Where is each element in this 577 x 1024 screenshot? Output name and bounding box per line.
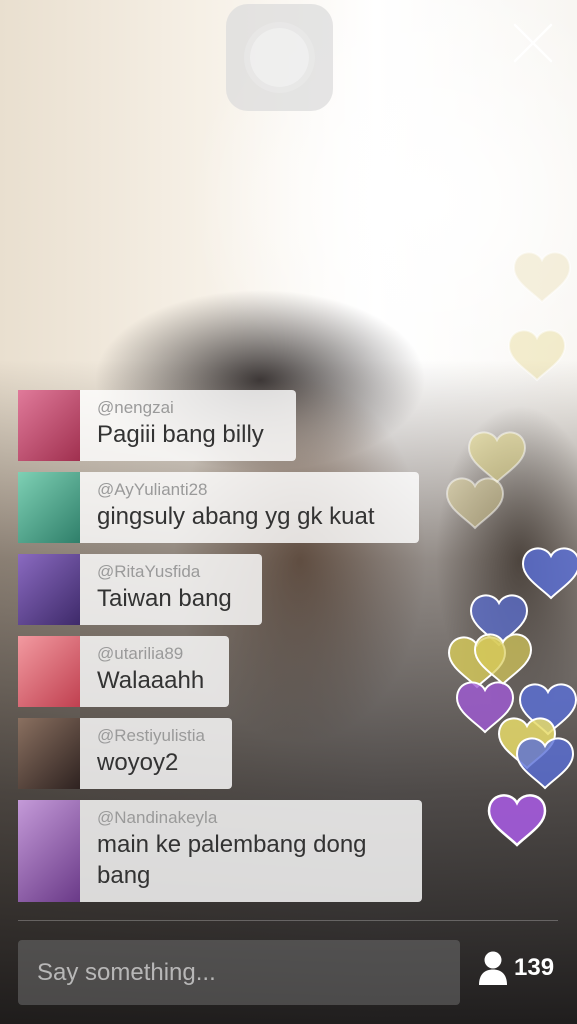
comment-text: Walaaahh	[97, 667, 205, 694]
comment-text: main ke palembang dong bang	[97, 831, 367, 889]
comment-bubble: @Restiyulistia woyoy2	[80, 718, 232, 789]
comment-text: gingsuly abang yg gk kuat	[97, 503, 375, 530]
comment-feed: @nengzai Pagiii bang billy @AyYulianti28…	[18, 390, 422, 913]
viewer-count[interactable]: 139	[478, 950, 554, 986]
viewer-count-value: 139	[514, 954, 555, 981]
comment-username[interactable]: @Restiyulistia	[97, 725, 216, 747]
comment-bubble: @utarilia89 Walaaahh	[80, 636, 229, 707]
avatar[interactable]	[18, 718, 80, 789]
avatar[interactable]	[18, 472, 80, 543]
avatar[interactable]	[18, 800, 80, 902]
comment-username[interactable]: @nengzai	[97, 397, 280, 419]
comment-text: Taiwan bang	[97, 585, 232, 612]
comment-bubble: @Nandinakeyla main ke palembang dong ban…	[80, 800, 422, 902]
comment-item: @AyYulianti28 gingsuly abang yg gk kuat	[18, 472, 422, 543]
comment-bubble: @RitaYusfida Taiwan bang	[80, 554, 262, 625]
home-button-icon	[226, 4, 333, 111]
comment-username[interactable]: @Nandinakeyla	[97, 807, 406, 829]
comment-text: Pagiii bang billy	[97, 421, 264, 448]
home-button-inner	[250, 28, 309, 87]
comment-item: @Restiyulistia woyoy2	[18, 718, 422, 789]
comment-item: @RitaYusfida Taiwan bang	[18, 554, 422, 625]
avatar[interactable]	[18, 390, 80, 461]
comment-text: woyoy2	[97, 749, 179, 776]
comment-item: @Nandinakeyla main ke palembang dong ban…	[18, 800, 422, 902]
avatar[interactable]	[18, 636, 80, 707]
comment-username[interactable]: @AyYulianti28	[97, 479, 403, 501]
comment-username[interactable]: @RitaYusfida	[97, 561, 246, 583]
comment-input[interactable]: Say something...	[18, 940, 460, 1005]
comment-input-placeholder: Say something...	[37, 958, 216, 986]
comment-bubble: @AyYulianti28 gingsuly abang yg gk kuat	[80, 472, 419, 543]
avatar[interactable]	[18, 554, 80, 625]
divider	[18, 920, 558, 921]
close-icon[interactable]	[512, 22, 554, 64]
person-icon	[479, 951, 507, 985]
comment-item: @utarilia89 Walaaahh	[18, 636, 422, 707]
comment-item: @nengzai Pagiii bang billy	[18, 390, 422, 461]
comment-bubble: @nengzai Pagiii bang billy	[80, 390, 296, 461]
comment-username[interactable]: @utarilia89	[97, 643, 213, 665]
